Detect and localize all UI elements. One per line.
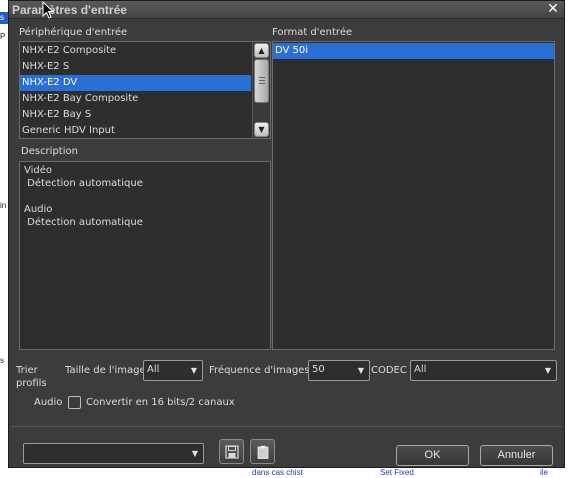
- list-item[interactable]: NHX-E2 S: [20, 59, 251, 75]
- scroll-up-icon[interactable]: ▲: [254, 43, 269, 58]
- input-device-list[interactable]: NHX-E2 Composite NHX-E2 S NHX-E2 DV NHX-…: [19, 41, 271, 139]
- title-bar[interactable]: Paramètres d'entrée ✕: [9, 1, 564, 19]
- mouse-cursor-icon: [42, 1, 54, 19]
- cancel-button[interactable]: Annuler: [480, 445, 553, 466]
- frame-rate-value: 50: [312, 364, 325, 375]
- convert-audio-checkbox[interactable]: [68, 396, 81, 409]
- frame-rate-select[interactable]: 50 ▼: [308, 360, 370, 381]
- codec-value: All: [414, 364, 427, 375]
- background-app-left-edge: s P in s: [0, 0, 8, 478]
- preset-select[interactable]: ▼: [23, 443, 204, 464]
- scroll-down-icon[interactable]: ▼: [254, 122, 269, 137]
- background-text: dans cas chist: [252, 468, 303, 477]
- dialog-title: Paramètres d'entrée: [12, 3, 127, 17]
- list-item[interactable]: Generic HDV Input: [20, 123, 251, 138]
- input-settings-dialog: Paramètres d'entrée ✕ Périphérique d'ent…: [8, 0, 565, 468]
- audio-label: Audio: [34, 397, 63, 408]
- background-app-bottom-edge: dans cas chist Set Fixed ile: [0, 468, 569, 478]
- background-text: ile: [540, 468, 549, 477]
- scrollbar[interactable]: ▲ ▼: [252, 42, 270, 138]
- image-size-label: Taille de l'image: [65, 365, 146, 376]
- delete-preset-button[interactable]: [250, 439, 275, 464]
- chevron-down-icon: ▼: [191, 449, 199, 458]
- description-box: Vidéo Détection automatique Audio Détect…: [19, 161, 271, 350]
- save-preset-button[interactable]: [219, 439, 244, 464]
- save-icon: [225, 445, 239, 459]
- input-format-label: Format d'entrée: [272, 27, 353, 38]
- description-line: Détection automatique: [24, 217, 143, 228]
- list-item-selected[interactable]: NHX-E2 DV: [20, 75, 251, 91]
- list-item[interactable]: NHX-E2 Bay Composite: [20, 91, 251, 107]
- codec-select[interactable]: All ▼: [410, 360, 557, 381]
- chevron-down-icon: ▼: [544, 366, 552, 375]
- image-size-value: All: [147, 364, 160, 375]
- chevron-down-icon: ▼: [190, 366, 198, 375]
- clipboard-icon: [257, 445, 269, 459]
- chevron-down-icon: ▼: [357, 366, 365, 375]
- list-item-selected[interactable]: DV 50i: [273, 43, 554, 59]
- description-label: Description: [21, 146, 78, 157]
- background-char: in: [0, 201, 7, 210]
- convert-audio-label[interactable]: Convertir en 16 bits/2 canaux: [86, 397, 235, 408]
- codec-label: CODEC: [371, 365, 407, 376]
- background-char: s: [0, 13, 4, 22]
- profiles-label: profils: [16, 378, 47, 389]
- description-line: Vidéo: [24, 165, 53, 176]
- background-char: P: [0, 32, 6, 41]
- image-size-select[interactable]: All ▼: [143, 360, 203, 381]
- input-device-label: Périphérique d'entrée: [19, 27, 128, 38]
- description-line: Détection automatique: [24, 178, 143, 189]
- list-item[interactable]: NHX-E2 Composite: [20, 43, 251, 59]
- divider: [11, 426, 562, 427]
- input-format-list[interactable]: DV 50i: [272, 41, 555, 350]
- scroll-thumb[interactable]: [254, 59, 269, 103]
- ok-button[interactable]: OK: [396, 445, 469, 466]
- frame-rate-label: Fréquence d'images: [209, 365, 310, 376]
- description-line: Audio: [24, 204, 53, 215]
- sort-label: Trier: [16, 365, 38, 376]
- background-text: Set Fixed: [380, 468, 414, 477]
- list-item[interactable]: NHX-E2 Bay S: [20, 107, 251, 123]
- close-icon[interactable]: ✕: [546, 1, 560, 18]
- background-char: s: [0, 356, 4, 365]
